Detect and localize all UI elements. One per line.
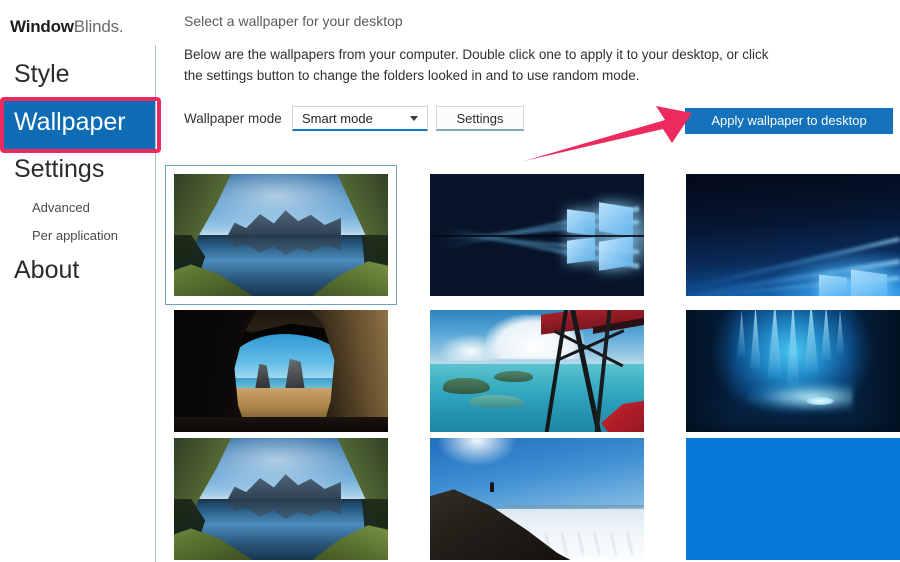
sidebar: WindowBlinds. Style Wallpaper Settings A… bbox=[0, 0, 156, 562]
sidebar-subitem-advanced[interactable]: Advanced bbox=[32, 201, 90, 214]
thumbnail-image-snow-hill bbox=[430, 438, 644, 560]
wallpaper-thumbnail[interactable] bbox=[174, 174, 388, 296]
sidebar-subitem-per-application[interactable]: Per application bbox=[32, 229, 118, 242]
apply-wallpaper-button-label: Apply wallpaper to desktop bbox=[711, 113, 867, 128]
wallpaper-thumbnail[interactable] bbox=[430, 174, 644, 296]
wallpaper-thumbnail[interactable] bbox=[430, 310, 644, 432]
wallpaper-mode-label: Wallpaper mode bbox=[184, 111, 282, 126]
app-logo: WindowBlinds. bbox=[10, 17, 124, 37]
page-description: Below are the wallpapers from your compu… bbox=[184, 47, 769, 83]
wallpaper-thumbnail[interactable] bbox=[174, 310, 388, 432]
wallpaper-grid bbox=[165, 164, 900, 562]
thumbnail-image-solid-blue bbox=[686, 438, 900, 560]
wallpaper-mode-value: Smart mode bbox=[302, 111, 373, 126]
wallpaper-item-aerial-plane-over-islands[interactable] bbox=[430, 310, 644, 432]
wallpaper-thumbnail[interactable] bbox=[686, 438, 900, 560]
wallpaper-item-snow-field-hill[interactable] bbox=[430, 438, 644, 560]
settings-button[interactable]: Settings bbox=[436, 106, 524, 131]
wallpaper-thumbnail[interactable] bbox=[686, 310, 900, 432]
thumbnail-image-cave-arch bbox=[174, 310, 388, 432]
page-title: Select a wallpaper for your desktop bbox=[184, 13, 403, 29]
wallpaper-mode-select[interactable]: Smart mode bbox=[292, 106, 428, 131]
sidebar-item-about[interactable]: About bbox=[14, 258, 79, 283]
wallpaper-item-windows-10-hero-low-angle[interactable] bbox=[686, 174, 900, 296]
wallpaper-item-blue-ice-cave[interactable] bbox=[686, 310, 900, 432]
thumbnail-image-aerial-islands bbox=[430, 310, 644, 432]
wallpaper-item-fjord-lake-reflection[interactable] bbox=[165, 165, 397, 305]
apply-wallpaper-button[interactable]: Apply wallpaper to desktop bbox=[685, 108, 893, 134]
chevron-down-icon bbox=[410, 116, 418, 121]
wallpaper-item-solid-blue[interactable] bbox=[686, 438, 900, 560]
wallpaper-item-fjord-lake-reflection-2[interactable] bbox=[174, 438, 388, 560]
logo-text-secondary: Blinds bbox=[73, 17, 119, 36]
wallpaper-item-windows-10-hero-frontal[interactable] bbox=[430, 174, 644, 296]
thumbnail-image-fjord-2 bbox=[174, 438, 388, 560]
logo-dot: . bbox=[118, 17, 124, 36]
main-content: Select a wallpaper for your desktop Belo… bbox=[156, 0, 900, 562]
wallpaper-thumbnail[interactable] bbox=[686, 174, 900, 296]
logo-text-primary: Window bbox=[10, 17, 74, 36]
sidebar-item-style[interactable]: Style bbox=[14, 62, 70, 87]
windowblinds-window: WindowBlinds. Style Wallpaper Settings A… bbox=[0, 0, 900, 562]
wallpaper-thumbnail[interactable] bbox=[430, 438, 644, 560]
thumbnail-image-windows-10-low-angle bbox=[686, 174, 900, 296]
sidebar-item-wallpaper-label: Wallpaper bbox=[14, 108, 126, 136]
thumbnail-image-windows-10-frontal bbox=[430, 174, 644, 296]
thumbnail-image-fjord bbox=[174, 174, 388, 296]
sidebar-item-settings[interactable]: Settings bbox=[14, 157, 104, 182]
thumbnail-image-ice-cave bbox=[686, 310, 900, 432]
settings-button-label: Settings bbox=[456, 111, 504, 126]
sidebar-item-wallpaper[interactable]: Wallpaper bbox=[3, 100, 155, 149]
wallpaper-thumbnail[interactable] bbox=[174, 438, 388, 560]
wallpaper-item-cave-arch-beach[interactable] bbox=[174, 310, 388, 432]
